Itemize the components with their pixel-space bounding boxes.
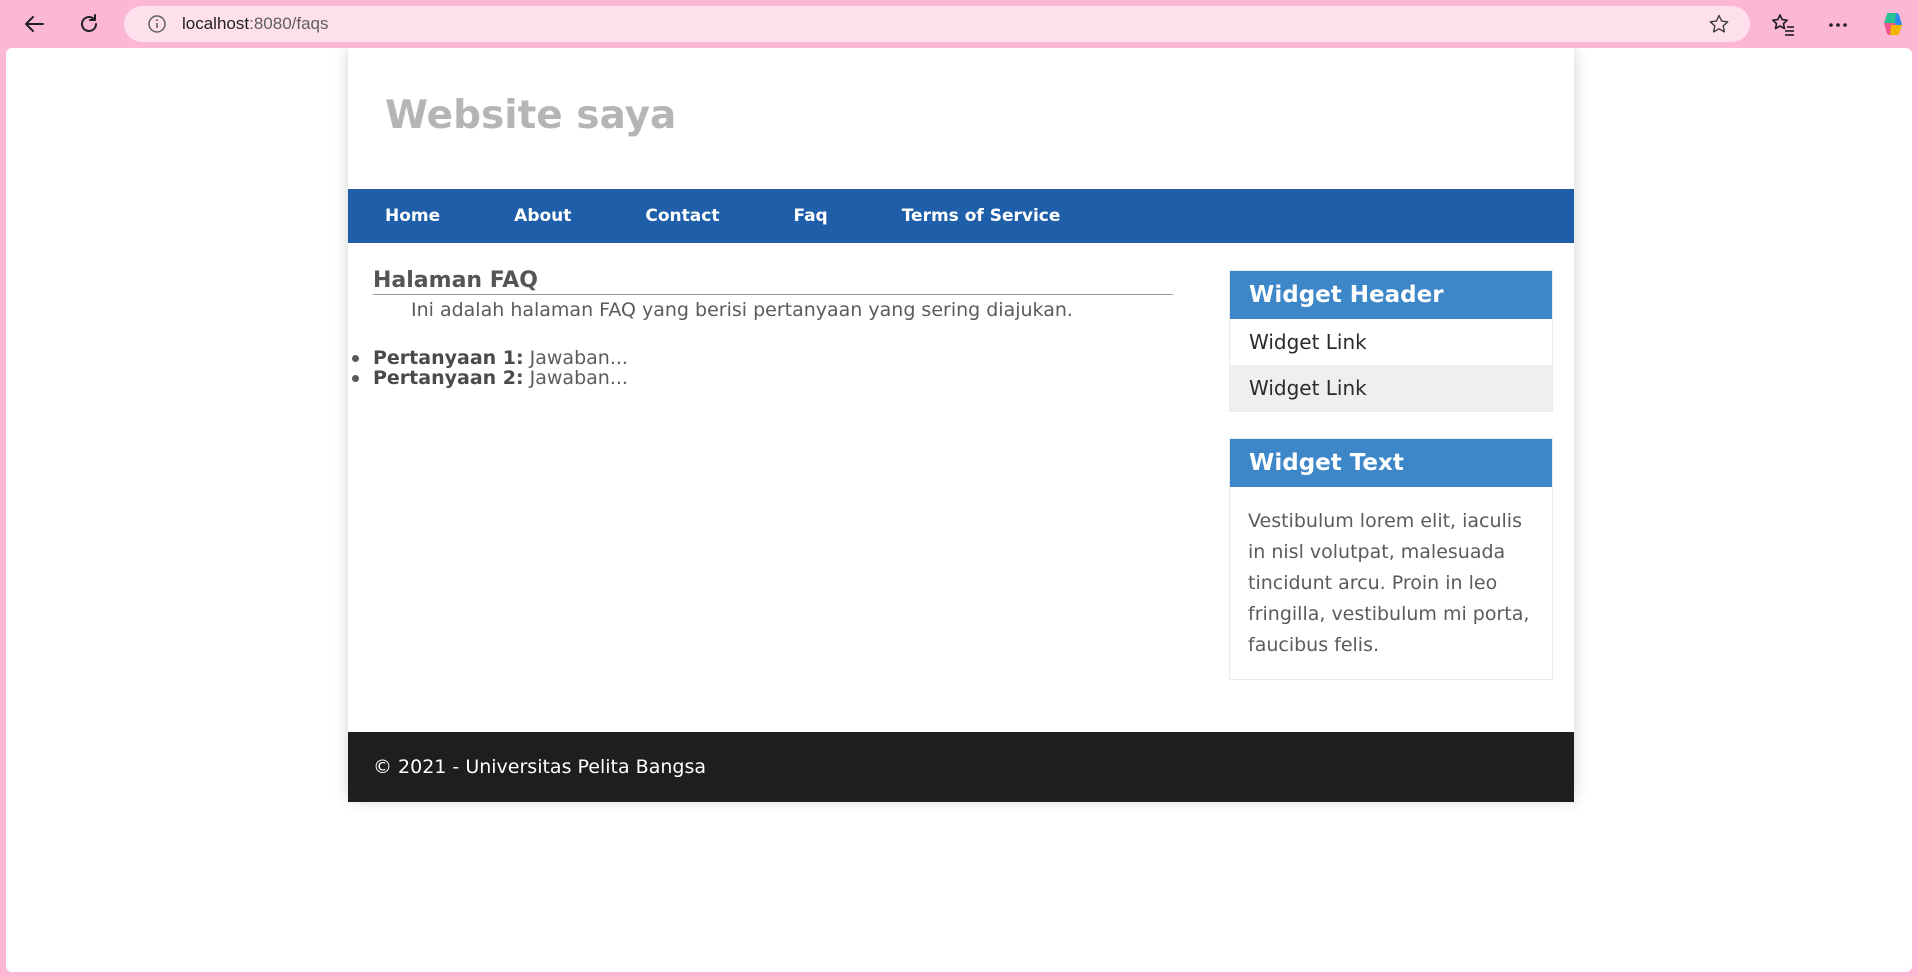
widget-text-header: Widget Text xyxy=(1230,439,1552,487)
info-icon[interactable] xyxy=(146,13,168,35)
site-footer: © 2021 - Universitas Pelita Bangsa xyxy=(348,732,1574,802)
copilot-icon[interactable] xyxy=(1878,9,1908,39)
faq-item: Pertanyaan 2: Jawaban... xyxy=(352,367,1173,389)
nav-link-faq[interactable]: Faq xyxy=(756,206,864,226)
address-bar[interactable]: localhost:8080/faqs xyxy=(124,6,1750,42)
more-icon[interactable] xyxy=(1823,10,1853,40)
url-text: localhost:8080/faqs xyxy=(182,14,329,34)
url-path: :8080/faqs xyxy=(249,14,329,33)
faq-answer: Jawaban... xyxy=(523,347,628,369)
faq-answer: Jawaban... xyxy=(523,367,628,389)
browser-toolbar: localhost:8080/faqs xyxy=(0,0,1918,48)
nav-link-contact[interactable]: Contact xyxy=(608,206,756,226)
page-viewport: Website saya Home About Contact Faq Term… xyxy=(6,48,1912,972)
nav-link-home[interactable]: Home xyxy=(348,206,477,226)
url-host: localhost xyxy=(182,14,250,33)
site-header: Website saya xyxy=(348,48,1574,189)
faq-question: Pertanyaan 1: xyxy=(373,347,524,369)
faq-item: Pertanyaan 1: Jawaban... xyxy=(352,347,1173,369)
main-nav: Home About Contact Faq Terms of Service xyxy=(348,189,1574,243)
back-arrow-icon[interactable] xyxy=(18,8,50,40)
sidebar: Widget Header Widget Link Widget Link Wi… xyxy=(1229,270,1553,706)
faq-list: Pertanyaan 1: Jawaban... Pertanyaan 2: J… xyxy=(352,347,1173,389)
star-icon[interactable] xyxy=(1708,13,1730,35)
nav-link-about[interactable]: About xyxy=(477,206,608,226)
main-content: Halaman FAQ Ini adalah halaman FAQ yang … xyxy=(352,268,1173,389)
favorites-icon[interactable] xyxy=(1768,10,1798,40)
widget-link[interactable]: Widget Link xyxy=(1230,365,1552,411)
widget-header: Widget Header xyxy=(1230,271,1552,319)
widget-text: Widget Text Vestibulum lorem elit, iacul… xyxy=(1229,438,1553,680)
site-title: Website saya xyxy=(385,93,677,138)
faq-question: Pertanyaan 2: xyxy=(373,367,524,389)
nav-link-terms[interactable]: Terms of Service xyxy=(865,206,1098,226)
site-container: Website saya Home About Contact Faq Term… xyxy=(348,48,1574,802)
reload-icon[interactable] xyxy=(73,8,105,40)
widget-text-body: Vestibulum lorem elit, iaculis in nisl v… xyxy=(1248,510,1530,656)
widget-link[interactable]: Widget Link xyxy=(1230,319,1552,365)
widget-links: Widget Header Widget Link Widget Link xyxy=(1229,270,1553,412)
intro-text: Ini adalah halaman FAQ yang berisi perta… xyxy=(411,299,1073,321)
page-heading: Halaman FAQ xyxy=(373,268,1173,295)
